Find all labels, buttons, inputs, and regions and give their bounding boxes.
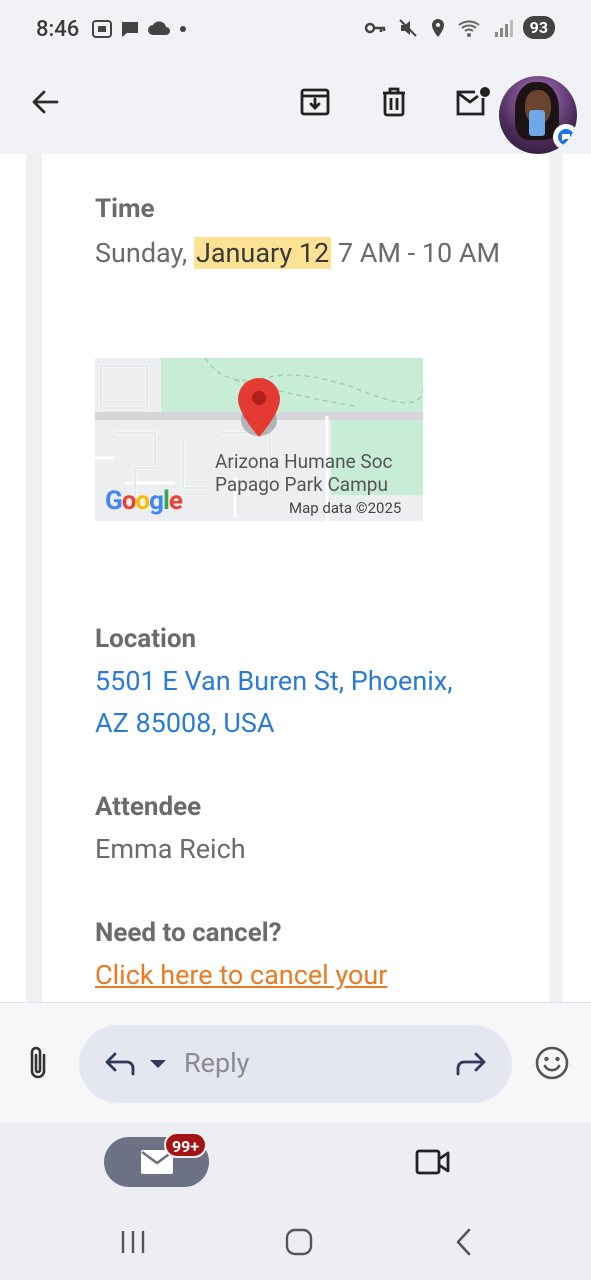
reply-options-button[interactable] [134,1040,182,1088]
time-prefix: Sunday, [95,237,188,269]
delete-button[interactable] [370,78,418,126]
paperclip-icon [30,1046,46,1079]
emoji-button[interactable] [528,1039,576,1087]
mute-icon [398,18,417,37]
back-button[interactable] [21,78,69,126]
top-app-bar [0,58,591,154]
forward-button[interactable] [448,1040,496,1088]
location-map[interactable]: Arizona Humane Soc Papago Park Campu Goo… [95,358,423,521]
location-line1: 5501 E Van Buren St, Phoenix, [95,665,453,697]
trash-icon [383,87,405,117]
time-highlight: January 12 [193,237,332,269]
location-icon [431,18,444,37]
dot-icon [180,26,187,32]
system-navigation [0,1202,591,1280]
archive-icon [300,88,330,116]
card-gutter-right [549,154,563,1002]
map-place-line2: Papago Park Campu [215,473,388,496]
battery-level: 93 [522,16,555,39]
avatar-can [529,110,545,136]
cancel-link[interactable]: Click here to cancel your [95,954,387,996]
cancel-label: Need to cancel? [95,918,282,948]
cloud-icon [148,21,171,35]
mail-unread-icon [456,87,490,116]
attendee-name: Emma Reich [95,833,246,865]
event-time: Sunday, January 12 7 AM - 10 AM [95,232,515,274]
mark-unread-button[interactable] [449,78,497,126]
chat-status-badge [553,124,577,150]
chevron-left-icon [456,1228,471,1256]
status-time: 8:46 [36,16,80,42]
recent-apps-icon [121,1231,145,1253]
meet-tab[interactable] [409,1138,457,1186]
account-avatar[interactable] [499,76,577,154]
time-label: Time [95,194,155,224]
time-suffix: 7 AM - 10 AM [337,237,501,269]
location-label: Location [95,624,197,654]
signal-icon [494,19,513,37]
reply-bar: Reply [0,1002,591,1122]
reply-icon [105,1052,135,1076]
video-camera-icon [415,1149,450,1175]
attendee-label: Attendee [95,792,202,822]
location-link[interactable]: 5501 E Van Buren St, Phoenix, AZ 85008, … [95,660,515,744]
caret-down-icon [150,1060,166,1068]
map-pin-icon [238,378,280,437]
chat-icon [122,22,139,37]
forward-icon [456,1052,486,1076]
status-bar: 8:46 93 [0,0,591,58]
key-icon [364,22,385,33]
map-place-line1: Arizona Humane Soc [215,450,393,473]
reply-field[interactable]: Reply [79,1025,512,1103]
location-line2: AZ 85008, USA [95,707,275,739]
attach-button[interactable] [14,1039,62,1087]
system-back-button[interactable] [440,1218,488,1266]
bottom-navigation: 99+ [0,1122,591,1202]
chat-bubble-icon [558,129,574,145]
map-credit: Map data ©2025 [289,499,402,517]
status-notification-icons [91,18,189,40]
recent-apps-button[interactable] [109,1218,157,1266]
home-button[interactable] [275,1218,323,1266]
home-icon [285,1228,313,1256]
card-gutter-left [26,154,42,1002]
email-body: Time Sunday, January 12 7 AM - 10 AM Ari… [0,154,591,1002]
unread-count-badge: 99+ [164,1132,208,1158]
archive-button[interactable] [291,78,339,126]
wifi-icon [458,20,480,37]
status-system-icons: 93 [363,16,555,39]
emoji-icon [535,1046,569,1080]
reply-placeholder: Reply [184,1047,250,1079]
screenshot-icon [92,20,113,38]
arrow-back-icon [32,90,59,114]
google-logo: Google [105,486,183,516]
